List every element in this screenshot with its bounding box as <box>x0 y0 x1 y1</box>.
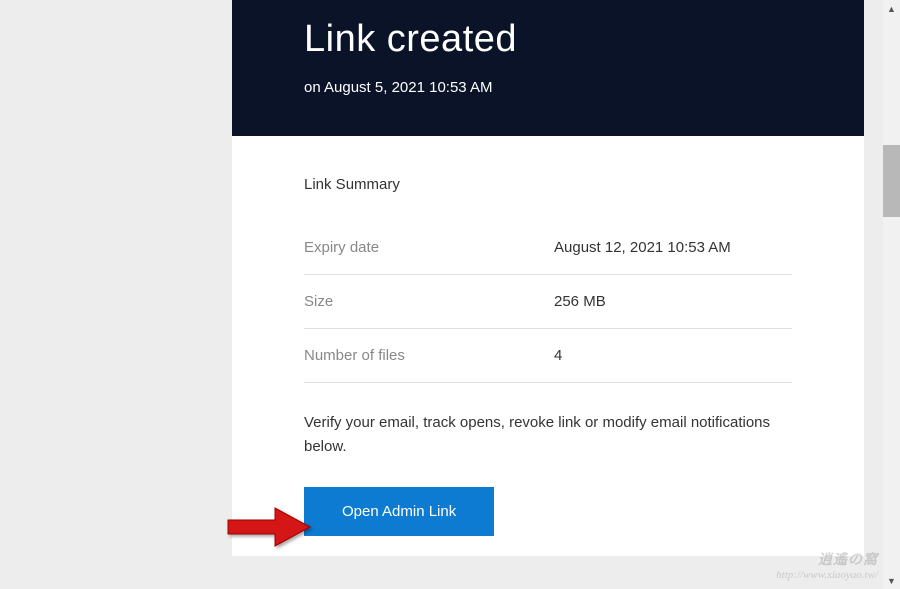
page-container: Link created on August 5, 2021 10:53 AM … <box>0 0 900 589</box>
watermark: 逍遙の窩 http://www.xiaoyao.tw/ <box>776 549 878 581</box>
summary-row-files: Number of files 4 <box>304 329 792 383</box>
open-admin-link-button[interactable]: Open Admin Link <box>304 487 494 536</box>
watermark-url: http://www.xiaoyao.tw/ <box>776 569 878 581</box>
scroll-down-icon[interactable]: ▼ <box>883 572 900 589</box>
files-value: 4 <box>554 347 562 364</box>
page-title: Link created <box>304 18 792 61</box>
link-summary-heading: Link Summary <box>304 176 792 193</box>
card-content: Link Summary Expiry date August 12, 2021… <box>232 136 864 556</box>
size-label: Size <box>304 293 554 310</box>
card-header: Link created on August 5, 2021 10:53 AM <box>232 0 864 136</box>
scrollbar-thumb[interactable] <box>883 145 900 217</box>
summary-row-size: Size 256 MB <box>304 275 792 329</box>
verify-text: Verify your email, track opens, revoke l… <box>304 411 792 459</box>
scroll-up-icon[interactable]: ▲ <box>883 0 900 17</box>
expiry-label: Expiry date <box>304 239 554 256</box>
created-timestamp: on August 5, 2021 10:53 AM <box>304 79 792 96</box>
summary-row-expiry: Expiry date August 12, 2021 10:53 AM <box>304 221 792 275</box>
watermark-title: 逍遙の窩 <box>776 549 878 569</box>
files-label: Number of files <box>304 347 554 364</box>
size-value: 256 MB <box>554 293 606 310</box>
expiry-value: August 12, 2021 10:53 AM <box>554 239 731 256</box>
scrollbar-track[interactable] <box>883 0 900 589</box>
link-created-card: Link created on August 5, 2021 10:53 AM … <box>232 0 864 556</box>
